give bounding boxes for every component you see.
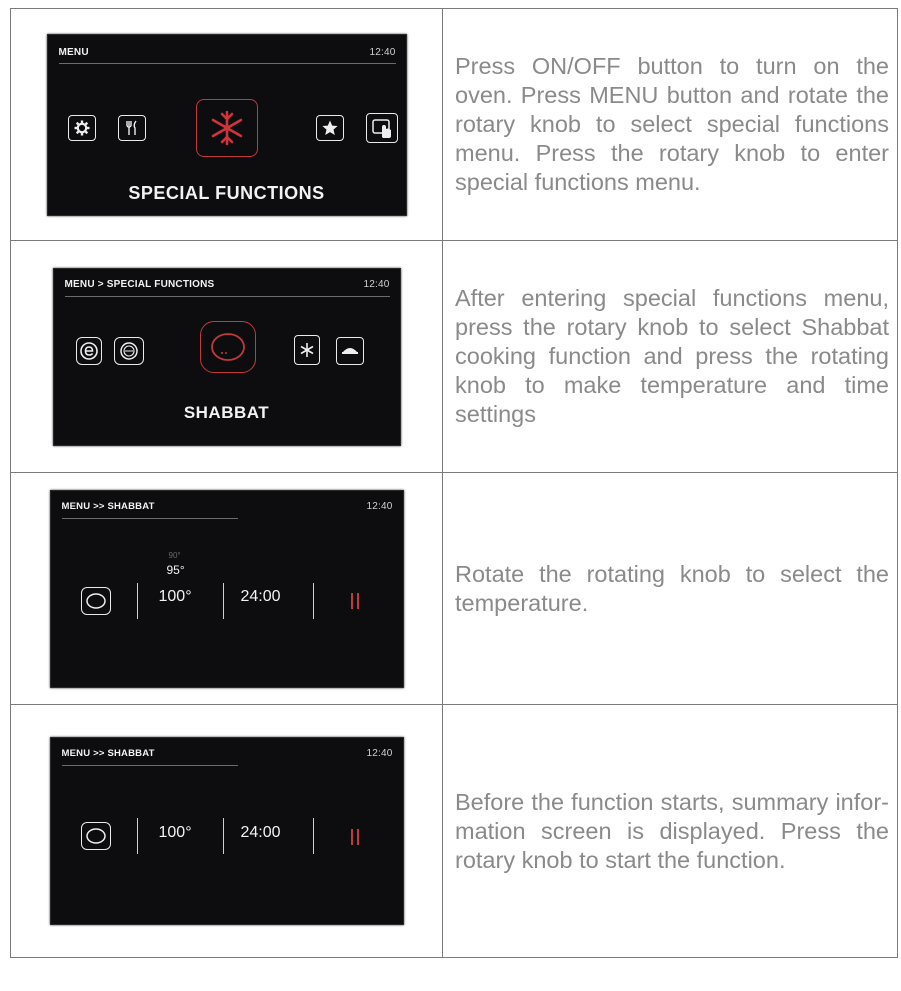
- temperature-option-faded: 90°: [168, 550, 181, 560]
- oven-display-special-functions: MENU 12:40 SPECIAL FUNCTIONS: [46, 33, 407, 216]
- clock: 12:40: [369, 46, 396, 58]
- instruction-text: After entering special functions menu, p…: [455, 285, 889, 427]
- defrost-icon: [293, 334, 320, 365]
- separator: [312, 582, 314, 619]
- instruction-text-cell: Press ON/OFF button to turn on the oven.…: [442, 8, 898, 241]
- oven-display-summary: MENU >> SHABBAT 12:40 100° 24:00: [49, 737, 404, 925]
- gear-icon: [67, 114, 96, 141]
- instruction-row: MENU 12:40 SPECIAL FUNCTIONS Press ON/OF…: [10, 8, 898, 241]
- screen-title: SHABBAT: [183, 402, 270, 422]
- instruction-text-cell: Rotate the rotating knob to select the t…: [442, 472, 898, 705]
- duration-value: 24:00: [240, 824, 281, 841]
- pause-icon: [350, 829, 360, 845]
- instruction-text-cell: After entering special functions menu, p…: [442, 240, 898, 473]
- clock: 12:40: [363, 278, 390, 290]
- breadcrumb: MENU >> SHABBAT: [61, 500, 155, 512]
- divider: [61, 517, 238, 519]
- eco-icon: [75, 336, 102, 365]
- instruction-text: Press ON/OFF button to turn on the oven.…: [455, 53, 889, 195]
- oven-display-shabbat-select: MENU > SPECIAL FUNCTIONS 12:40 SHABBAT: [52, 267, 401, 446]
- divider: [61, 765, 238, 766]
- pizza-icon: [113, 336, 144, 365]
- divider: [64, 295, 390, 297]
- instruction-text-cell: Before the function starts, summary info…: [442, 704, 898, 958]
- instruction-row: MENU > SPECIAL FUNCTIONS 12:40 SHABBAT A…: [10, 240, 898, 473]
- screen-cell: MENU 12:40 SPECIAL FUNCTIONS: [10, 8, 443, 241]
- fork-knife-icon: [117, 114, 146, 141]
- screen-cell: MENU > SPECIAL FUNCTIONS 12:40 SHABBAT: [10, 240, 443, 473]
- dish-icon: [335, 336, 364, 365]
- separator: [222, 582, 224, 619]
- screen-cell: MENU >> SHABBAT 12:40 100° 24:00: [10, 704, 443, 958]
- divider: [58, 62, 396, 64]
- instruction-table: MENU 12:40 SPECIAL FUNCTIONS Press ON/OF…: [10, 8, 898, 958]
- snowflake-selected-icon: [195, 98, 258, 157]
- breadcrumb: MENU >> SHABBAT: [61, 748, 155, 759]
- clock: 12:40: [366, 500, 393, 512]
- breadcrumb: MENU: [58, 46, 89, 58]
- instruction-row: MENU >> SHABBAT 12:40 90° 95° 100° 24:00…: [10, 472, 898, 705]
- temperature-value: 100°: [158, 587, 192, 605]
- temperature-value: 100°: [158, 824, 192, 841]
- shabbat-selected-icon: [199, 320, 256, 373]
- shabbat-icon: [80, 586, 111, 615]
- instruction-text: Rotate the rotating knob to select the t…: [455, 560, 889, 616]
- separator: [222, 818, 224, 854]
- breadcrumb: MENU > SPECIAL FUNCTIONS: [64, 278, 215, 290]
- touch-screen-icon: [365, 112, 398, 143]
- separator: [312, 818, 314, 854]
- temperature-option: 95°: [166, 562, 185, 577]
- instruction-text: Before the function starts, summary info…: [455, 788, 889, 873]
- duration-value: 24:00: [240, 587, 281, 605]
- shabbat-icon: [80, 822, 111, 850]
- oven-display-temperature-select: MENU >> SHABBAT 12:40 90° 95° 100° 24:00: [49, 489, 404, 688]
- instruction-row: MENU >> SHABBAT 12:40 100° 24:00 Before …: [10, 704, 898, 958]
- separator: [136, 582, 138, 619]
- screen-title: SPECIAL FUNCTIONS: [128, 182, 325, 203]
- pause-icon: [350, 592, 360, 609]
- star-icon: [315, 114, 344, 141]
- clock: 12:40: [366, 748, 393, 759]
- screen-cell: MENU >> SHABBAT 12:40 90° 95° 100° 24:00: [10, 472, 443, 705]
- separator: [136, 818, 138, 854]
